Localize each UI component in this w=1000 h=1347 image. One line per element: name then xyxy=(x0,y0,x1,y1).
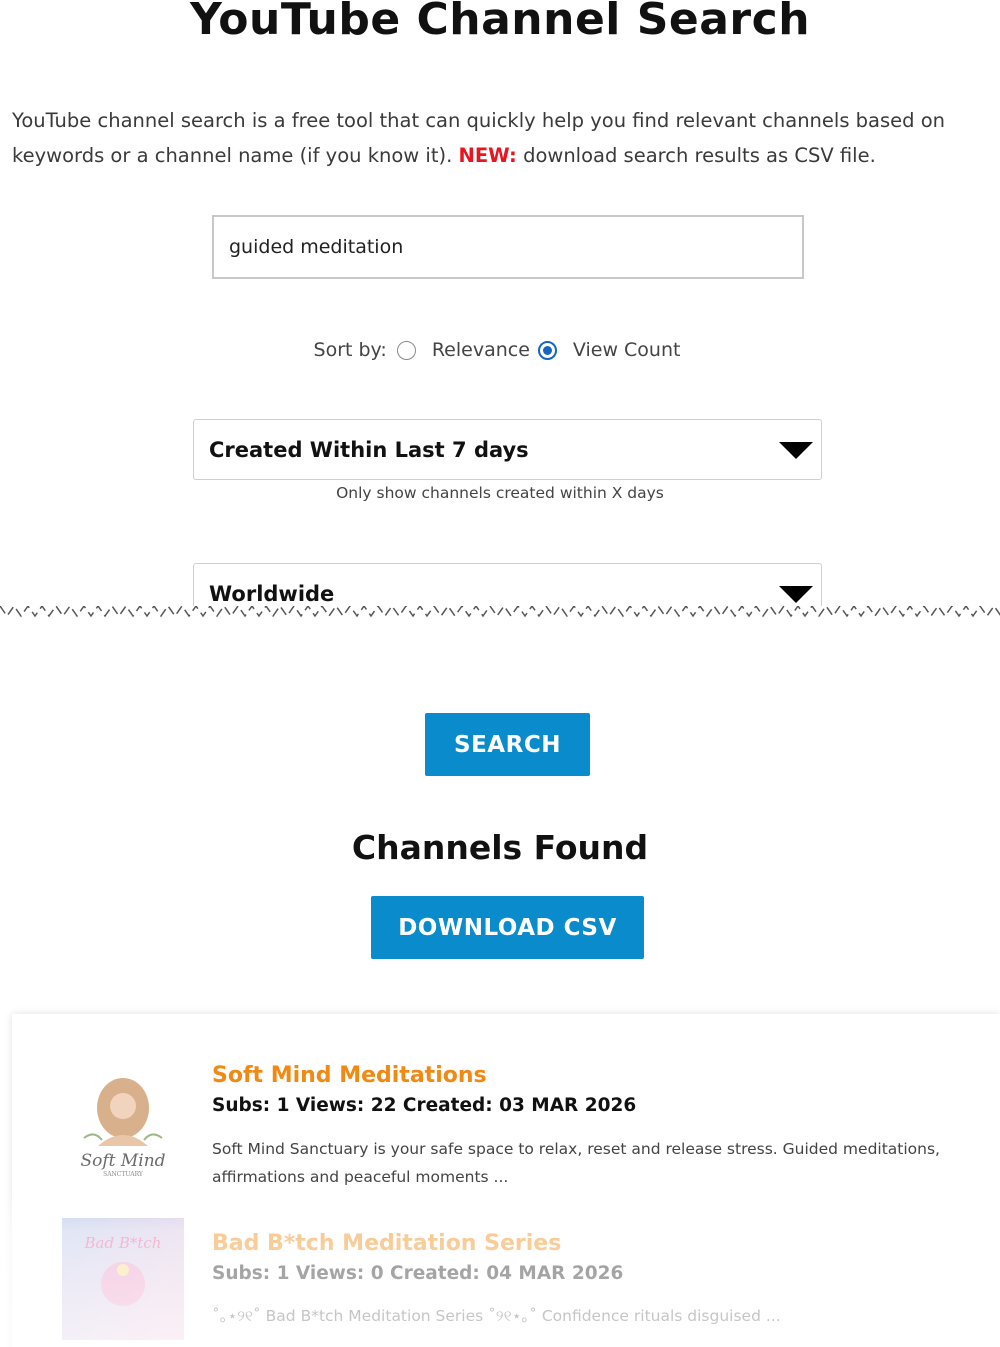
thumb-logo-text: Soft Mind xyxy=(80,1151,165,1171)
relevance-radio[interactable] xyxy=(396,340,416,360)
created-within-hint: Only show channels created within X days xyxy=(336,484,664,502)
region-value: Worldwide xyxy=(209,581,335,606)
download-csv-button[interactable]: DOWNLOAD CSV xyxy=(371,896,644,959)
relevance-label[interactable]: Relevance xyxy=(432,339,530,361)
search-button[interactable]: SEARCH xyxy=(425,713,590,776)
channel-description: ˚｡⋆୨୧˚ Bad B*tch Meditation Series ˚୨୧⋆｡… xyxy=(212,1307,781,1325)
dropdown-arrow-icon xyxy=(779,442,813,459)
channel-description: Soft Mind Sanctuary is your safe space t… xyxy=(212,1140,940,1186)
channel-title[interactable]: Bad B*tch Meditation Series xyxy=(212,1231,561,1256)
channel-title[interactable]: Soft Mind Meditations xyxy=(212,1063,487,1088)
intro-paragraph: YouTube channel search is a free tool th… xyxy=(12,103,988,173)
thumb-logo-subtext: SANCTUARY xyxy=(103,1171,144,1178)
new-label: NEW: xyxy=(458,144,517,167)
sort-label: Sort by: xyxy=(313,339,387,361)
channel-stats: Subs: 1 Views: 22 Created: 03 MAR 2026 xyxy=(212,1095,637,1116)
results-heading: Channels Found xyxy=(351,828,649,867)
created-within-value: Created Within Last 7 days xyxy=(209,437,529,462)
dropdown-arrow-icon xyxy=(779,586,813,603)
view-count-label[interactable]: View Count xyxy=(573,339,681,361)
channel-avatar[interactable]: Bad B*tch xyxy=(62,1218,184,1340)
channel-avatar[interactable]: Soft Mind SANCTUARY xyxy=(62,1066,184,1188)
thumb-logo-text: Bad B*tch xyxy=(84,1234,162,1252)
created-within-select[interactable]: Created Within Last 7 days xyxy=(193,419,822,480)
view-count-radio[interactable] xyxy=(537,340,557,360)
results-list: Soft Mind SANCTUARY Soft Mind Meditation… xyxy=(12,1014,1000,1347)
channel-stats: Subs: 1 Views: 0 Created: 04 MAR 2026 xyxy=(212,1263,624,1284)
intro-new-text: download search results as CSV file. xyxy=(523,144,876,167)
screenshot-tear-edge xyxy=(0,606,1000,686)
sort-by-group: Sort by: Relevance View Count xyxy=(0,334,1000,366)
search-input[interactable] xyxy=(212,215,804,279)
page-title: YouTube Channel Search xyxy=(189,0,811,45)
